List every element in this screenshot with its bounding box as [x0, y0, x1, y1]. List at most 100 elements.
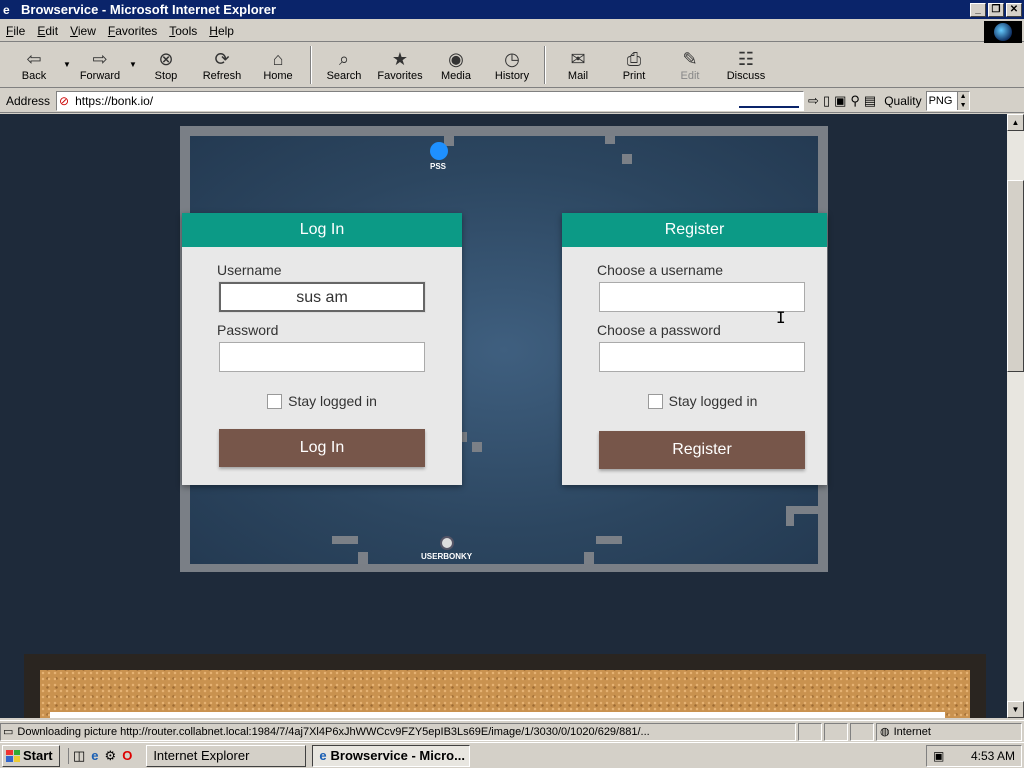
network-icon[interactable]: ⚙ — [105, 748, 117, 764]
corkboard-paper — [50, 712, 945, 718]
text-cursor-icon: I — [776, 308, 786, 327]
password-input[interactable] — [219, 342, 425, 372]
discuss-icon: ☷ — [737, 49, 755, 69]
edit-button[interactable]: ✎ Edit — [662, 44, 718, 86]
stay-logged-in-label: Stay logged in — [288, 393, 377, 409]
forward-button[interactable]: ⇨ Forward — [72, 44, 128, 86]
task-internet-explorer[interactable]: Internet Explorer — [146, 744, 307, 767]
address-input[interactable]: ⊘ https://bonk.io/ — [56, 90, 805, 111]
platform — [786, 506, 794, 526]
restore-button[interactable]: ❐ — [988, 2, 1004, 17]
forward-arrow-icon: ⇨ — [92, 49, 108, 69]
stop-button[interactable]: ⊗ Stop — [138, 44, 194, 86]
security-zone: ◍ Internet — [876, 722, 1022, 741]
register-title: Register — [562, 213, 827, 247]
menu-bar: File Edit View Favorites Tools Help — [0, 20, 1024, 42]
address-bar: Address ⊘ https://bonk.io/ ⇨ ▯ ▣ ⚲ ▤ Qua… — [0, 89, 1024, 113]
scroll-up-arrow[interactable]: ▲ — [1007, 114, 1024, 131]
player-name-pss: PSS — [430, 162, 447, 171]
network-tray-icon[interactable]: ▣ — [933, 749, 944, 763]
menu-file[interactable]: File — [0, 24, 31, 38]
show-desktop-icon[interactable]: ◫ — [73, 748, 85, 764]
menu-favorites[interactable]: Favorites — [102, 24, 163, 38]
close-button[interactable]: ✕ — [1006, 2, 1022, 17]
ie-quicklaunch-icon[interactable]: e — [91, 748, 98, 763]
search-icon: ⌕ — [338, 49, 350, 69]
choose-password-input[interactable] — [599, 342, 805, 372]
platform — [596, 536, 622, 544]
menu-tools[interactable]: Tools — [163, 24, 203, 38]
quality-select[interactable]: PNG ▲ ▼ — [925, 90, 970, 111]
player-blue — [430, 142, 448, 160]
mail-button[interactable]: ✉ Mail — [550, 44, 606, 86]
toolbar: ⇦ Back ▼ ⇨ Forward ▼ ⊗ Stop ⟳ Refresh ⌂ Home … — [0, 44, 1024, 88]
player-self — [440, 536, 454, 550]
zoom-icon[interactable]: ▣ — [834, 93, 846, 109]
refresh-button[interactable]: ⟳ Refresh — [194, 44, 250, 86]
quick-launch: ◫ e ⚙ O — [68, 747, 132, 764]
minimize-button[interactable]: _ — [970, 2, 986, 17]
address-url: https://bonk.io/ — [75, 93, 154, 108]
register-stay-logged-in-label: Stay logged in — [668, 393, 758, 409]
player-name-userbonky: USERBONKY — [421, 552, 473, 561]
mail-icon: ✉ — [570, 49, 586, 69]
find-icon[interactable]: ⚲ — [850, 93, 860, 109]
globe-icon — [994, 23, 1012, 41]
system-tray: ▣ 4:53 AM — [926, 745, 1022, 767]
password-label: Password — [217, 322, 279, 338]
task-browservice[interactable]: e Browservice - Micro... — [312, 744, 471, 767]
scroll-down-arrow[interactable]: ▼ — [1007, 701, 1024, 718]
menu-view[interactable]: View — [64, 24, 102, 38]
platform — [332, 536, 358, 544]
throbber — [984, 21, 1022, 43]
back-dropdown[interactable]: ▼ — [62, 44, 72, 69]
internet-zone-icon: ◍ — [880, 726, 890, 738]
status-cell — [850, 722, 874, 741]
vertical-scrollbar[interactable]: ▲ ▼ — [1007, 114, 1024, 718]
discuss-button[interactable]: ☷ Discuss — [718, 44, 774, 86]
choose-password-label: Choose a password — [597, 322, 721, 338]
history-icon: ◷ — [504, 49, 520, 69]
page-viewport: PSS USERBONKY Log In Username sus am Pas… — [0, 114, 1007, 718]
status-cell — [824, 722, 848, 741]
quality-label: Quality — [884, 93, 922, 108]
register-button[interactable]: Register — [599, 431, 805, 469]
menu-edit[interactable]: Edit — [31, 24, 64, 38]
login-button[interactable]: Log In — [219, 429, 425, 467]
start-button[interactable]: Start — [2, 744, 60, 767]
stay-logged-in-checkbox[interactable] — [267, 393, 283, 409]
back-button[interactable]: ⇦ Back — [6, 44, 62, 86]
clipboard-icon[interactable]: ▤ — [864, 93, 876, 109]
register-panel: Register Choose a username Choose a pass… — [562, 213, 827, 485]
media-icon: ◉ — [448, 49, 464, 69]
corkboard — [40, 670, 970, 718]
history-button[interactable]: ◷ History — [484, 44, 540, 86]
opera-icon[interactable]: O — [122, 748, 132, 763]
status-bar: ▭ Downloading picture http://router.coll… — [0, 720, 1024, 742]
choose-username-label: Choose a username — [597, 262, 724, 278]
quality-spinner[interactable]: ▲ ▼ — [956, 91, 969, 110]
title-bar[interactable]: e Browservice - Microsoft Internet Explo… — [0, 0, 1024, 19]
menu-help[interactable]: Help — [203, 24, 240, 38]
platform — [358, 552, 368, 564]
login-title: Log In — [182, 213, 462, 247]
forward-dropdown[interactable]: ▼ — [128, 44, 138, 69]
page-loading-icon: ▭ — [3, 725, 14, 738]
username-input[interactable]: sus am — [219, 282, 425, 312]
username-label: Username — [217, 262, 282, 278]
clock[interactable]: 4:53 AM — [971, 749, 1015, 763]
bookmark-icon[interactable]: ▯ — [823, 93, 830, 109]
choose-username-input[interactable] — [599, 282, 805, 312]
go-arrow-icon[interactable]: ⇨ — [808, 93, 819, 109]
favorites-button[interactable]: ★ Favorites — [372, 44, 428, 86]
toolbar-separator — [310, 46, 312, 84]
platform — [472, 442, 482, 452]
search-button[interactable]: ⌕ Search — [316, 44, 372, 86]
toolbar-separator — [544, 46, 546, 84]
status-cell — [798, 722, 822, 741]
register-stay-logged-in-checkbox[interactable] — [647, 393, 663, 409]
scroll-thumb[interactable] — [1007, 180, 1024, 372]
print-button[interactable]: ⎙ Print — [606, 44, 662, 86]
home-button[interactable]: ⌂ Home — [250, 44, 306, 86]
media-button[interactable]: ◉ Media — [428, 44, 484, 86]
